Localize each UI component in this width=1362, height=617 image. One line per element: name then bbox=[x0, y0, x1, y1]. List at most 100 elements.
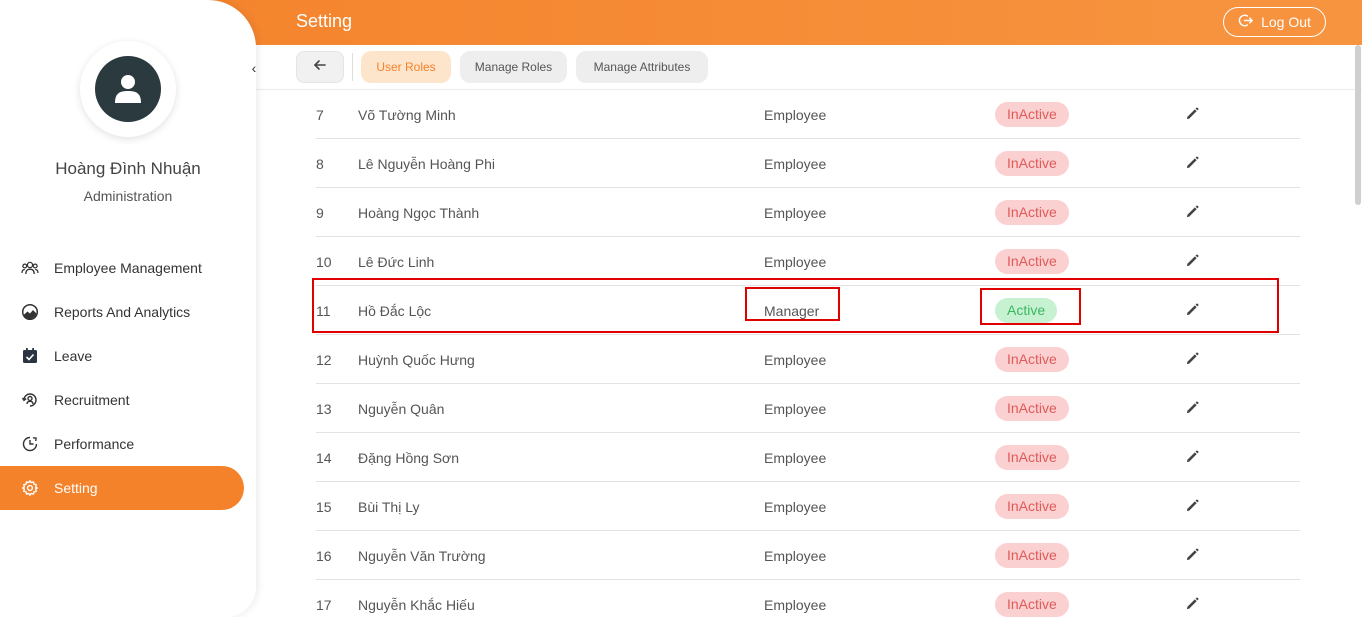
status-badge: InActive bbox=[995, 543, 1069, 568]
table-row: 7 Võ Tường Minh Employee InActive bbox=[316, 90, 1300, 139]
sidebar-item-label: Performance bbox=[54, 436, 135, 452]
status-cell: InActive bbox=[995, 237, 1155, 286]
user-name: Hoàng Đình Nhuận bbox=[55, 159, 201, 178]
edit-button[interactable] bbox=[1182, 188, 1202, 237]
sidebar-item-employee-management[interactable]: Employee Management bbox=[0, 246, 256, 290]
employee-name: Hồ Đắc Lộc bbox=[358, 302, 432, 319]
recruitment-icon bbox=[21, 391, 39, 409]
user-icon bbox=[95, 56, 161, 122]
pencil-icon bbox=[1186, 302, 1199, 319]
employee-name: Bùi Thị Ly bbox=[358, 498, 420, 515]
table-row: 9 Hoàng Ngọc Thành Employee InActive bbox=[316, 188, 1300, 237]
role-cell: Employee bbox=[764, 547, 827, 564]
status-badge: InActive bbox=[995, 494, 1069, 519]
tab-user-roles[interactable]: User Roles bbox=[361, 51, 451, 83]
sidebar-item-leave[interactable]: Leave bbox=[0, 334, 256, 378]
status-cell: InActive bbox=[995, 384, 1155, 433]
tabs-toolbar: User Roles Manage Roles Manage Attribute… bbox=[256, 45, 1362, 90]
table-row: 12 Huỳnh Quốc Hưng Employee InActive bbox=[316, 335, 1300, 384]
edit-button[interactable] bbox=[1182, 482, 1202, 531]
edit-button[interactable] bbox=[1182, 237, 1202, 286]
employee-name: Nguyễn Khắc Hiếu bbox=[358, 596, 475, 613]
row-number: 15 bbox=[316, 498, 332, 515]
table-row: 13 Nguyễn Quân Employee InActive bbox=[316, 384, 1300, 433]
row-number: 10 bbox=[316, 253, 332, 270]
row-number: 8 bbox=[316, 155, 324, 172]
employee-name: Hoàng Ngọc Thành bbox=[358, 204, 480, 221]
status-cell: InActive bbox=[995, 90, 1155, 139]
table-row: 10 Lê Đức Linh Employee InActive bbox=[316, 237, 1300, 286]
employee-name: Nguyễn Văn Trường bbox=[358, 547, 486, 564]
table-row: 11 Hồ Đắc Lộc Manager Active bbox=[316, 286, 1300, 335]
pencil-icon bbox=[1186, 596, 1199, 613]
sidebar-item-reports-and-analytics[interactable]: Reports And Analytics bbox=[0, 290, 256, 334]
status-badge: InActive bbox=[995, 200, 1069, 225]
pencil-icon bbox=[1186, 106, 1199, 123]
row-number: 13 bbox=[316, 400, 332, 417]
role-cell: Employee bbox=[764, 449, 827, 466]
employee-name: Nguyễn Quân bbox=[358, 400, 445, 417]
role-cell: Employee bbox=[764, 400, 827, 417]
logout-button[interactable]: Log Out bbox=[1223, 7, 1326, 37]
scrollbar-thumb[interactable] bbox=[1355, 45, 1361, 205]
status-cell: InActive bbox=[995, 482, 1155, 531]
scrollbar[interactable] bbox=[1354, 45, 1362, 617]
employee-name: Lê Nguyễn Hoàng Phi bbox=[358, 155, 495, 172]
employee-name: Đặng Hồng Sơn bbox=[358, 449, 460, 466]
status-badge: InActive bbox=[995, 249, 1069, 274]
role-cell: Employee bbox=[764, 498, 827, 515]
table-row: 14 Đặng Hồng Sơn Employee InActive bbox=[316, 433, 1300, 482]
status-cell: InActive bbox=[995, 335, 1155, 384]
gear-icon bbox=[21, 479, 39, 497]
status-badge: Active bbox=[995, 298, 1058, 323]
page-title: Setting bbox=[296, 11, 353, 31]
row-number: 7 bbox=[316, 106, 324, 123]
logout-icon bbox=[1238, 13, 1254, 31]
back-button[interactable] bbox=[296, 51, 344, 83]
chevron-left-icon[interactable]: ‹ bbox=[246, 58, 262, 78]
employee-name: Lê Đức Linh bbox=[358, 253, 435, 270]
status-cell: Active bbox=[995, 286, 1155, 335]
status-badge: InActive bbox=[995, 396, 1069, 421]
edit-button[interactable] bbox=[1182, 335, 1202, 384]
pencil-icon bbox=[1186, 449, 1199, 466]
sidebar-item-performance[interactable]: Performance bbox=[0, 422, 256, 466]
pencil-icon bbox=[1186, 155, 1199, 172]
edit-button[interactable] bbox=[1182, 531, 1202, 580]
pencil-icon bbox=[1186, 498, 1199, 515]
edit-button[interactable] bbox=[1182, 139, 1202, 188]
sidebar: Hoàng Đình Nhuận Administration Employee… bbox=[0, 0, 256, 617]
status-cell: InActive bbox=[995, 433, 1155, 482]
sidebar-item-recruitment[interactable]: Recruitment bbox=[0, 378, 256, 422]
edit-button[interactable] bbox=[1182, 384, 1202, 433]
sidebar-item-label: Reports And Analytics bbox=[54, 304, 191, 320]
sidebar-item-label: Recruitment bbox=[54, 392, 130, 408]
role-cell: Employee bbox=[764, 155, 827, 172]
role-cell: Employee bbox=[764, 596, 827, 613]
status-badge: InActive bbox=[995, 151, 1069, 176]
row-number: 14 bbox=[316, 449, 332, 466]
tab-manage-roles[interactable]: Manage Roles bbox=[460, 51, 567, 83]
edit-button[interactable] bbox=[1182, 580, 1202, 617]
tab-manage-attributes[interactable]: Manage Attributes bbox=[576, 51, 708, 83]
role-cell: Employee bbox=[764, 204, 827, 221]
status-cell: InActive bbox=[995, 580, 1155, 617]
employee-name: Võ Tường Minh bbox=[358, 106, 456, 123]
role-cell: Manager bbox=[764, 302, 820, 319]
sidebar-item-label: Setting bbox=[54, 480, 98, 496]
sidebar-item-label: Leave bbox=[54, 348, 93, 364]
avatar bbox=[80, 41, 176, 137]
performance-icon bbox=[21, 435, 39, 453]
role-cell: Employee bbox=[764, 351, 827, 368]
role-cell: Employee bbox=[764, 253, 827, 270]
status-cell: InActive bbox=[995, 188, 1155, 237]
edit-button[interactable] bbox=[1182, 286, 1202, 335]
edit-button[interactable] bbox=[1182, 433, 1202, 482]
sidebar-item-setting[interactable]: Setting bbox=[0, 466, 244, 510]
arrow-left-icon bbox=[313, 58, 327, 77]
pencil-icon bbox=[1186, 204, 1199, 221]
edit-button[interactable] bbox=[1182, 90, 1202, 139]
row-number: 9 bbox=[316, 204, 324, 221]
toolbar-divider bbox=[352, 53, 353, 81]
status-badge: InActive bbox=[995, 592, 1069, 617]
